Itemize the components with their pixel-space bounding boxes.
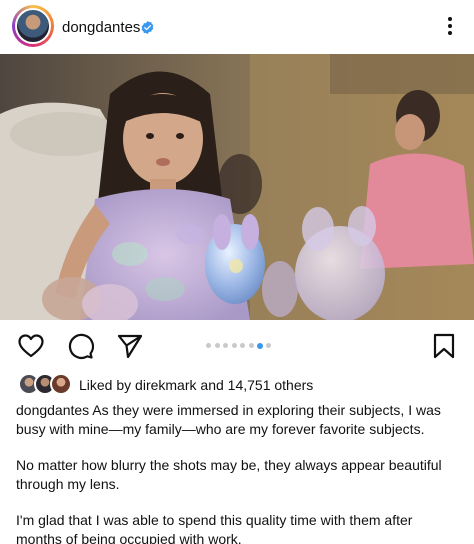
carousel-dot xyxy=(206,343,211,348)
carousel-dot xyxy=(231,343,237,348)
verified-badge-icon xyxy=(141,20,154,35)
likes-summary[interactable]: Liked by direkmark and 14,751 others xyxy=(79,377,313,393)
likes-row[interactable]: Liked by direkmark and 14,751 others xyxy=(0,372,474,396)
story-ring-avatar[interactable] xyxy=(12,5,54,47)
carousel-dot xyxy=(223,343,228,348)
header-username[interactable]: dongdantes xyxy=(62,19,140,36)
comment-icon[interactable] xyxy=(66,332,94,360)
avatar[interactable] xyxy=(15,8,51,44)
carousel-indicator xyxy=(200,342,280,350)
post-image[interactable] xyxy=(0,54,474,320)
caption-paragraph-3: I'm glad that I was able to spend this q… xyxy=(16,512,413,544)
liker-username[interactable]: direkmark xyxy=(135,377,196,393)
post-caption: dongdantes As they were immersed in expl… xyxy=(16,401,460,544)
likes-count[interactable]: 14,751 others xyxy=(228,377,314,393)
post-header: dongdantes xyxy=(0,0,474,54)
bookmark-icon[interactable] xyxy=(430,332,458,360)
liker-avatar[interactable] xyxy=(50,373,72,395)
heart-icon[interactable] xyxy=(17,332,45,360)
more-vertical-icon[interactable] xyxy=(440,14,460,38)
send-icon[interactable] xyxy=(116,332,144,360)
carousel-dot-active xyxy=(257,342,263,349)
likes-conjunction: and xyxy=(196,377,228,393)
caption-paragraph-2: No matter how blurry the shots may be, t… xyxy=(16,457,442,492)
caption-username[interactable]: dongdantes xyxy=(16,402,89,418)
carousel-dot xyxy=(265,343,271,348)
carousel-dot xyxy=(214,343,220,348)
likes-prefix: Liked by xyxy=(79,377,136,393)
caption-paragraph: dongdantes As they were immersed in expl… xyxy=(16,401,460,438)
post-photo-illustration xyxy=(0,54,474,320)
carousel-dot xyxy=(240,343,245,348)
post-actions xyxy=(0,320,474,370)
carousel-dot xyxy=(248,343,254,348)
